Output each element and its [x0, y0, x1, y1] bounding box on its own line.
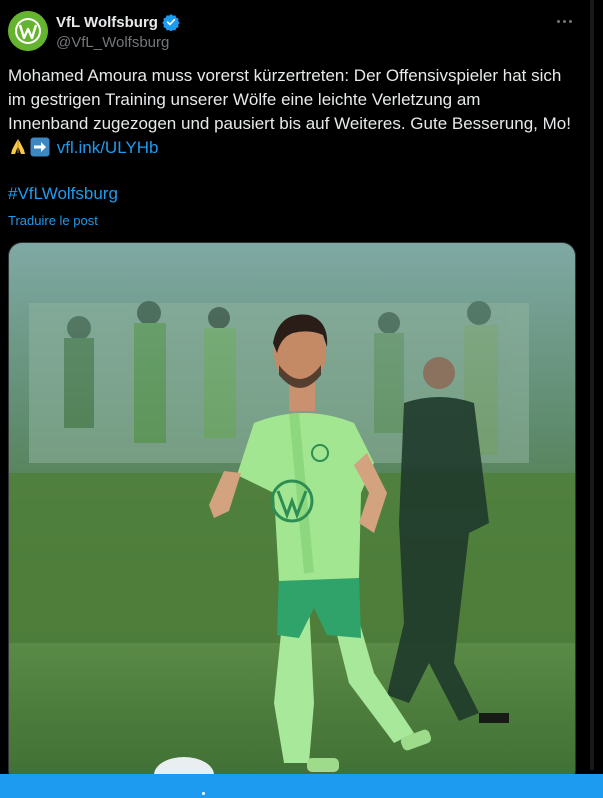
account-handle[interactable]: @VfL_Wolfsburg: [56, 34, 169, 51]
tweet-text: Mohamed Amoura muss vorerst kürzertreten…: [8, 64, 588, 160]
more-options-button[interactable]: [553, 10, 575, 32]
hashtag-link[interactable]: #VfLWolfsburg: [8, 184, 118, 204]
account-name-label[interactable]: VfL Wolfsburg: [56, 14, 158, 31]
wolfsburg-logo-icon: [8, 11, 48, 51]
tweet-text-line: Mohamed Amoura muss vorerst kürzertreten…: [8, 66, 562, 85]
verified-badge-icon: [162, 13, 180, 32]
account-name[interactable]: VfL Wolfsburg: [56, 13, 180, 32]
tweet-text-line: Innenband zugezogen und pausiert bis auf…: [8, 114, 571, 133]
bottom-bar: [0, 774, 603, 798]
more-dots-icon: [556, 19, 560, 23]
scrollbar[interactable]: [590, 0, 594, 770]
player-photo-image: [9, 243, 575, 783]
tweet-link-line: vfl.ink/ULYHb: [8, 136, 588, 160]
tweet-link[interactable]: vfl.ink/ULYHb: [57, 138, 159, 157]
folded-hands-emoji-icon: [8, 137, 28, 157]
tweet-card[interactable]: VfL Wolfsburg @VfL_Wolfsburg Mohamed Amo…: [0, 0, 603, 798]
tweet-text-line: im gestrigen Training unserer Wölfe eine…: [8, 90, 481, 109]
tweet-photo[interactable]: [8, 242, 576, 784]
translate-post-link[interactable]: Traduire le post: [8, 213, 98, 228]
right-arrow-emoji-icon: [30, 137, 50, 157]
avatar[interactable]: [8, 11, 48, 51]
